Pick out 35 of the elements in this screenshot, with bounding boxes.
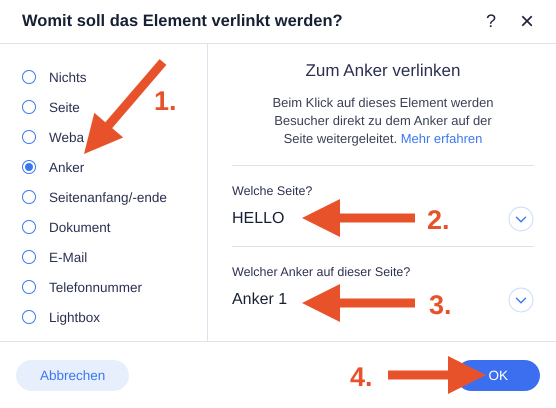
step-number: 2. [427,205,450,235]
option-label: Nichts [49,70,87,84]
window-title: Womit soll das Element verlinkt werden? [22,12,344,31]
option-label: Seite [49,100,80,114]
option-label: Anker [49,160,84,174]
panel-description: Beim Klick auf dieses Element werden Besucher direkt zu dem Anker auf der Seite weitergeleitet. Mehr erfahren [232,94,534,166]
option-label: Seitenanfang/-ende [49,190,167,204]
radio-button[interactable] [22,130,36,144]
dropdown-value: HELLO [232,210,284,228]
dropdown-value: Anker 1 [232,291,288,309]
option-label: Dokument [49,220,111,234]
close-button[interactable]: × [512,10,542,34]
radio-button[interactable] [22,160,36,174]
radio-button[interactable] [22,310,36,324]
step-number: 3. [429,290,452,320]
field-label: Welcher Anker auf dieser Seite? [232,265,412,279]
step-number: 1. [154,86,177,116]
help-button[interactable]: ? [478,11,504,32]
option-label: E-Mail [49,250,88,264]
radio-button[interactable] [22,220,36,234]
step-number: 4. [350,362,373,392]
radio-button[interactable] [22,280,36,294]
field-label: Welche Seite? [232,184,314,198]
option-label: Lightbox [49,310,100,324]
option-label: Telefonnummer [49,280,142,294]
option-label: Weba [49,130,84,144]
cancel-button[interactable]: Abbrechen [16,360,130,390]
panel-title: Zum Anker verlinken [304,61,462,81]
radio-button[interactable] [22,190,36,204]
chevron-down-icon[interactable] [508,287,534,313]
radio-button[interactable] [22,250,36,264]
radio-button[interactable] [22,70,36,84]
chevron-down-icon[interactable] [508,206,534,232]
learn-more-link[interactable]: Mehr erfahren [400,131,482,146]
radio-button[interactable] [22,100,36,114]
